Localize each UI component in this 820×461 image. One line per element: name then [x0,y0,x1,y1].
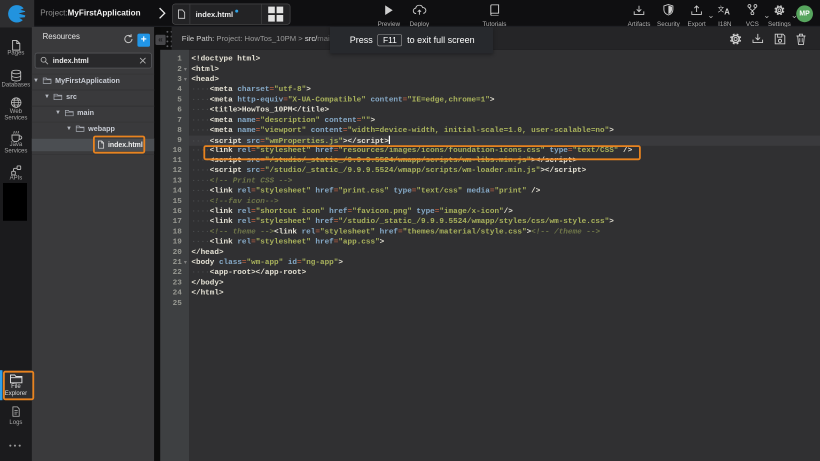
svg-text:A: A [724,7,730,15]
